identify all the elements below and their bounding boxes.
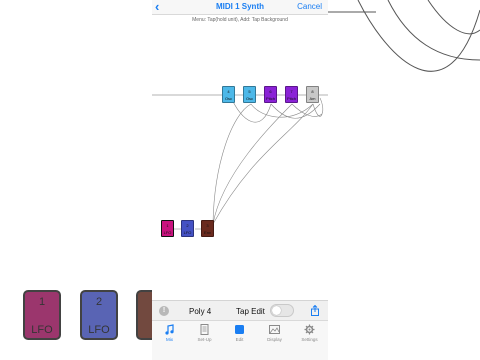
unit-label: LFO (163, 230, 172, 235)
square-icon (235, 325, 244, 334)
tab-display[interactable]: Display (257, 324, 292, 342)
unit-label: Osc (224, 96, 233, 101)
background-block: 1 LFO (23, 290, 61, 340)
patch-wires (152, 94, 328, 230)
toggle-knob (272, 306, 281, 315)
unit-node[interactable]: 8 Am (306, 86, 319, 103)
tab-label: Set-Up (197, 337, 212, 342)
background-block-label: LFO (31, 324, 53, 336)
background-block-number: 2 (95, 296, 103, 308)
unit-label: LFO (183, 230, 192, 235)
poly-count-label[interactable]: Poly 4 (189, 307, 211, 316)
unit-label: Osc (245, 96, 254, 101)
background-wires (328, 0, 480, 72)
tab-label: Mix (166, 337, 173, 342)
background-block (136, 290, 152, 340)
tab-settings[interactable]: Settings (292, 324, 327, 342)
background-block: 2 LFO (80, 290, 118, 340)
background-block-number: 1 (38, 296, 46, 308)
chevron-left-icon[interactable]: ‹ (155, 0, 167, 14)
unit-number: 3 (206, 223, 209, 228)
app-screen: ‹ MIDI 1 Synth Cancel Menu: Tap(hold uni… (152, 0, 328, 360)
background-block-label: LFO (88, 324, 110, 336)
tab-mix[interactable]: Mix (152, 324, 187, 342)
tab-bar: Mix Set-Up Edit Display Settings (152, 320, 328, 360)
tab-label: Display (267, 337, 282, 342)
unit-label: Env (204, 230, 211, 235)
unit-node[interactable]: 2 LFO (181, 220, 194, 237)
unit-label: Am (309, 96, 316, 101)
unit-label: Pitch (266, 96, 275, 101)
tab-label: Settings (301, 337, 318, 342)
tab-label: Edit (235, 337, 244, 342)
gear-icon (304, 324, 315, 335)
unit-node[interactable]: 3 Env (201, 220, 214, 237)
unit-node[interactable]: 6 Pitch (264, 86, 277, 103)
unit-number: 5 (248, 89, 251, 94)
unit-number: 4 (227, 89, 230, 94)
bottom-toolbar: ! Poly 4 Tap Edit (152, 300, 328, 321)
background-left: 1 LFO 2 LFO (0, 0, 152, 360)
tap-edit-label: Tap Edit (236, 307, 265, 316)
tab-edit[interactable]: Edit (222, 324, 257, 342)
unit-node[interactable]: 7 Pitch (285, 86, 298, 103)
music-note-icon (165, 324, 174, 335)
unit-number: 2 (186, 223, 189, 228)
info-icon[interactable]: ! (159, 306, 169, 316)
cancel-button[interactable]: Cancel (297, 2, 322, 11)
tab-set-up[interactable]: Set-Up (187, 324, 222, 342)
patch-canvas[interactable]: 4 Osc 5 Osc 6 Pitch 7 Pitch 8 Am 1 LFO 2… (152, 14, 328, 300)
tap-edit-toggle[interactable] (270, 304, 294, 317)
image-icon (269, 325, 280, 334)
unit-node[interactable]: 4 Osc (222, 86, 235, 103)
unit-number: 1 (166, 223, 169, 228)
page-title: MIDI 1 Synth (215, 2, 264, 11)
document-icon (200, 324, 209, 335)
unit-number: 7 (290, 89, 293, 94)
unit-number: 8 (311, 89, 314, 94)
background-right (328, 0, 480, 360)
unit-node[interactable]: 5 Osc (243, 86, 256, 103)
unit-number: 6 (269, 89, 272, 94)
unit-label: Pitch (287, 96, 296, 101)
navigation-bar: ‹ MIDI 1 Synth Cancel (152, 0, 328, 15)
unit-node[interactable]: 1 LFO (161, 220, 174, 237)
share-icon[interactable] (311, 305, 319, 316)
